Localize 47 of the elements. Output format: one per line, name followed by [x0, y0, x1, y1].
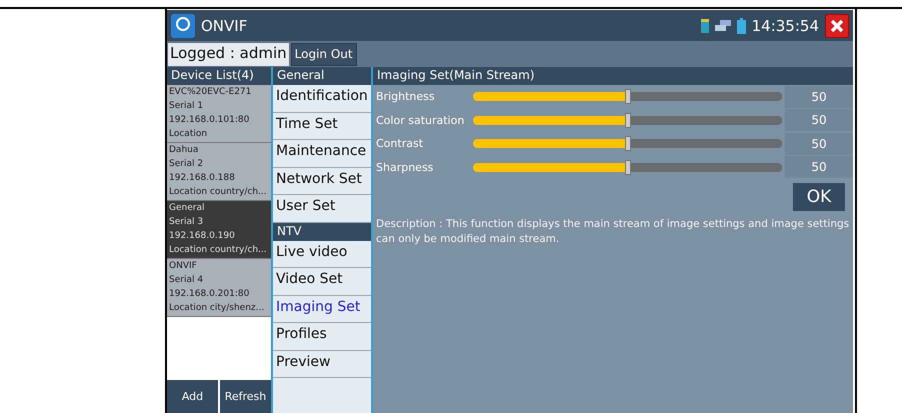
device-item[interactable]: General Serial 3 192.168.0.190 Location country/ch... — [167, 201, 271, 259]
slider-label: Contrast — [375, 137, 424, 150]
menu-item[interactable]: Live video — [273, 240, 371, 268]
menu-item[interactable]: Identification — [273, 85, 371, 112]
slider-value: 50 — [785, 132, 853, 155]
device-action-button[interactable]: Add — [167, 380, 218, 413]
slider-thumb[interactable] — [624, 112, 630, 128]
panel-title: Imaging Set(Main Stream) — [373, 67, 853, 85]
slider-label: Color saturation — [375, 114, 466, 127]
login-status: Logged : admin — [168, 42, 289, 66]
menu-section-header: General — [273, 67, 371, 85]
slider-thumb[interactable] — [624, 160, 630, 175]
menu-item[interactable]: Maintenance — [273, 140, 371, 168]
slider-value: 50 — [785, 156, 853, 178]
slider-value: 50 — [785, 109, 853, 132]
menu-item[interactable]: Imaging Set — [273, 296, 371, 323]
menu-item[interactable]: Video Set — [273, 268, 371, 296]
menu-item[interactable]: Time Set — [273, 112, 371, 140]
device-action-button[interactable]: Refresh — [220, 380, 271, 413]
app-logo-icon — [171, 14, 195, 38]
logout-button[interactable]: Login Out — [290, 42, 357, 66]
menu-item[interactable]: Preview — [273, 350, 371, 378]
close-button[interactable] — [825, 14, 849, 38]
window-title: ONVIF — [201, 16, 248, 34]
description-text: Description : This function displays the main stream of image settings and image settings can only be modified main stream. — [376, 217, 850, 247]
menu-item[interactable]: Profiles — [273, 323, 371, 350]
device-item[interactable]: ONVIF Serial 4 192.168.0.201:80 Location city/shenz... — [167, 259, 271, 317]
slider-track[interactable] — [473, 92, 782, 102]
slider-track[interactable] — [473, 139, 782, 148]
slider-thumb[interactable] — [624, 89, 630, 104]
slider-thumb[interactable] — [624, 136, 630, 152]
slider-track[interactable] — [473, 116, 782, 125]
menu-section-header: NTV — [273, 222, 371, 240]
slider-value: 50 — [785, 86, 853, 108]
ok-button[interactable]: OK — [793, 183, 845, 211]
network-icon — [714, 20, 731, 32]
device-item[interactable]: EVC%20EVC-E271 Serial 1 192.168.0.101:80 Location — [167, 85, 271, 143]
battery-icon — [736, 18, 746, 34]
close-icon — [830, 18, 844, 32]
clock-time: 14:35:54 — [752, 16, 819, 34]
slider-track[interactable] — [473, 162, 782, 172]
slider-label: Brightness — [375, 90, 436, 104]
menu-item[interactable]: Network Set — [273, 168, 371, 195]
slider-label: Sharpness — [375, 160, 434, 174]
sim-card-icon — [700, 18, 709, 32]
device-item[interactable]: Dahua Serial 2 192.168.0.188 Location country/ch... — [167, 143, 271, 201]
device-list-header: Device List(4) — [167, 67, 271, 85]
